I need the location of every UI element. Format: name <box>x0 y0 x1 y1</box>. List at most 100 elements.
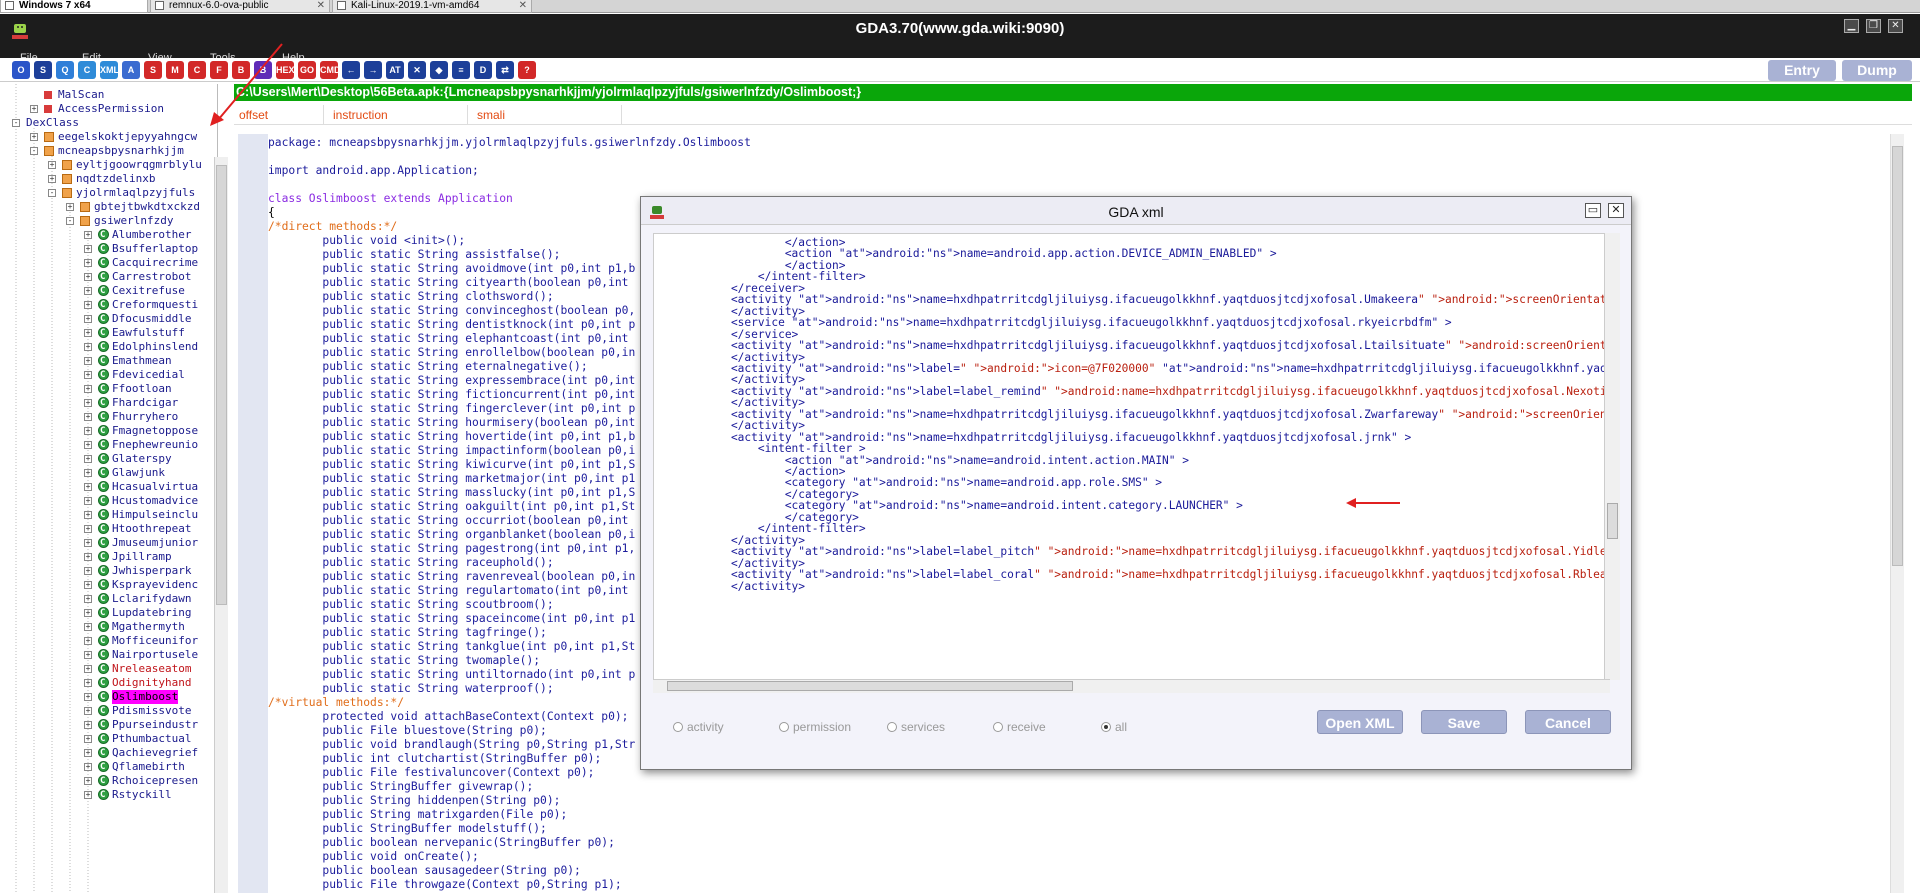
vm-tab-windows7[interactable]: Windows 7 x64 <box>0 0 148 13</box>
filter-permission-radio[interactable]: permission <box>779 719 851 735</box>
scroll-thumb[interactable] <box>1892 146 1903 566</box>
expand-icon[interactable]: + <box>84 609 92 617</box>
filter-receive-radio[interactable]: receive <box>993 719 1046 735</box>
cmd-icon[interactable]: CMD <box>320 61 338 79</box>
expand-icon[interactable]: + <box>84 413 92 421</box>
xml-icon[interactable]: XML <box>100 61 118 79</box>
collapse-icon[interactable]: - <box>48 189 56 197</box>
link-icon[interactable]: ⇄ <box>496 61 514 79</box>
expand-icon[interactable]: + <box>84 245 92 253</box>
collapse-icon[interactable]: - <box>12 119 20 127</box>
string-icon[interactable]: S <box>144 61 162 79</box>
tree-scrollbar[interactable] <box>214 157 228 893</box>
expand-icon[interactable]: + <box>84 651 92 659</box>
android-icon[interactable]: A <box>122 61 140 79</box>
expand-icon[interactable]: + <box>84 259 92 267</box>
collapse-icon[interactable]: - <box>30 147 38 155</box>
expand-icon[interactable]: + <box>84 623 92 631</box>
expand-icon[interactable]: + <box>84 693 92 701</box>
back-icon[interactable]: ← <box>342 61 360 79</box>
expand-icon[interactable]: + <box>84 637 92 645</box>
expand-icon[interactable]: + <box>84 497 92 505</box>
expand-icon[interactable]: + <box>84 469 92 477</box>
help-icon[interactable]: ? <box>518 61 536 79</box>
collapse-icon[interactable]: - <box>66 217 74 225</box>
expand-icon[interactable]: + <box>48 161 56 169</box>
expand-icon[interactable]: + <box>84 483 92 491</box>
close-dialog-button[interactable]: ✕ <box>1608 203 1624 218</box>
expand-icon[interactable]: + <box>30 133 38 141</box>
close-window-button[interactable]: ✕ <box>1888 19 1903 33</box>
goto-icon[interactable]: GO <box>298 61 316 79</box>
filter-services-radio[interactable]: services <box>887 719 945 735</box>
scroll-thumb[interactable] <box>667 681 1073 691</box>
col-smali[interactable]: smali <box>472 105 622 125</box>
expand-icon[interactable]: + <box>84 735 92 743</box>
expand-icon[interactable]: + <box>84 301 92 309</box>
expand-icon[interactable]: + <box>84 287 92 295</box>
search-icon[interactable]: Q <box>56 61 74 79</box>
expand-icon[interactable]: + <box>84 567 92 575</box>
tools-icon[interactable]: ✕ <box>408 61 426 79</box>
close-icon[interactable]: ✕ <box>519 0 527 11</box>
expand-icon[interactable]: + <box>84 329 92 337</box>
expand-icon[interactable]: + <box>84 539 92 547</box>
restore-button[interactable]: ❐ <box>1866 19 1881 33</box>
forward-icon[interactable]: → <box>364 61 382 79</box>
expand-icon[interactable]: + <box>30 105 38 113</box>
xml-horizontal-scrollbar[interactable] <box>653 679 1610 693</box>
expand-icon[interactable]: + <box>84 553 92 561</box>
vm-tab-remnux[interactable]: remnux-6.0-ova-public ✕ <box>150 0 330 13</box>
at-icon[interactable]: AT <box>386 61 404 79</box>
expand-icon[interactable]: + <box>84 595 92 603</box>
xml-content-pane[interactable]: </action> <action "at">android:"ns">name… <box>653 233 1610 680</box>
open-xml-button[interactable]: Open XML <box>1317 710 1403 734</box>
expand-icon[interactable]: + <box>84 371 92 379</box>
expand-icon[interactable]: + <box>84 777 92 785</box>
filter-activity-radio[interactable]: activity <box>673 719 724 735</box>
close-icon[interactable]: ✕ <box>317 0 325 11</box>
filter-all-radio[interactable]: all <box>1101 719 1127 735</box>
method-icon[interactable]: M <box>166 61 184 79</box>
scroll-thumb[interactable] <box>1607 503 1618 539</box>
dump-button[interactable]: Dump <box>1842 60 1912 81</box>
expand-icon[interactable]: + <box>84 749 92 757</box>
expand-icon[interactable]: + <box>84 455 92 463</box>
expand-icon[interactable]: + <box>84 427 92 435</box>
expand-icon[interactable]: + <box>84 231 92 239</box>
expand-icon[interactable]: + <box>84 357 92 365</box>
expand-icon[interactable]: + <box>84 679 92 687</box>
class-tree[interactable]: MalScan + AccessPermission - DexClass + eegels… <box>0 84 218 893</box>
dex-icon[interactable]: D <box>474 61 492 79</box>
expand-icon[interactable]: + <box>84 791 92 799</box>
maximize-dialog-button[interactable]: ▭ <box>1585 203 1601 218</box>
expand-icon[interactable]: + <box>84 763 92 771</box>
scroll-thumb[interactable] <box>216 165 227 605</box>
class-icon[interactable]: C <box>78 61 96 79</box>
save-button[interactable]: Save <box>1421 710 1507 734</box>
expand-icon[interactable]: + <box>84 343 92 351</box>
web-icon[interactable]: ≡ <box>452 61 470 79</box>
minimize-button[interactable]: ▁ <box>1844 19 1859 33</box>
expand-icon[interactable]: + <box>84 721 92 729</box>
expand-icon[interactable]: + <box>84 385 92 393</box>
code-scrollbar[interactable] <box>1890 134 1904 893</box>
expand-icon[interactable]: + <box>84 399 92 407</box>
expand-icon[interactable]: + <box>84 707 92 715</box>
code-icon[interactable]: ◆ <box>430 61 448 79</box>
expand-icon[interactable]: + <box>84 581 92 589</box>
save-icon[interactable]: S <box>34 61 52 79</box>
entry-button[interactable]: Entry <box>1768 60 1836 81</box>
cancel-button[interactable]: Cancel <box>1525 710 1611 734</box>
expand-icon[interactable]: + <box>84 441 92 449</box>
col-instruction[interactable]: instruction <box>328 105 468 125</box>
expand-icon[interactable]: + <box>66 203 74 211</box>
vm-tab-kali[interactable]: Kali-Linux-2019.1-vm-amd64 ✕ <box>332 0 532 13</box>
xml-vertical-scrollbar[interactable] <box>1604 233 1620 680</box>
open-icon[interactable]: O <box>12 61 30 79</box>
expand-icon[interactable]: + <box>84 315 92 323</box>
expand-icon[interactable]: + <box>84 511 92 519</box>
expand-icon[interactable]: + <box>84 665 92 673</box>
expand-icon[interactable]: + <box>84 273 92 281</box>
expand-icon[interactable]: + <box>84 525 92 533</box>
